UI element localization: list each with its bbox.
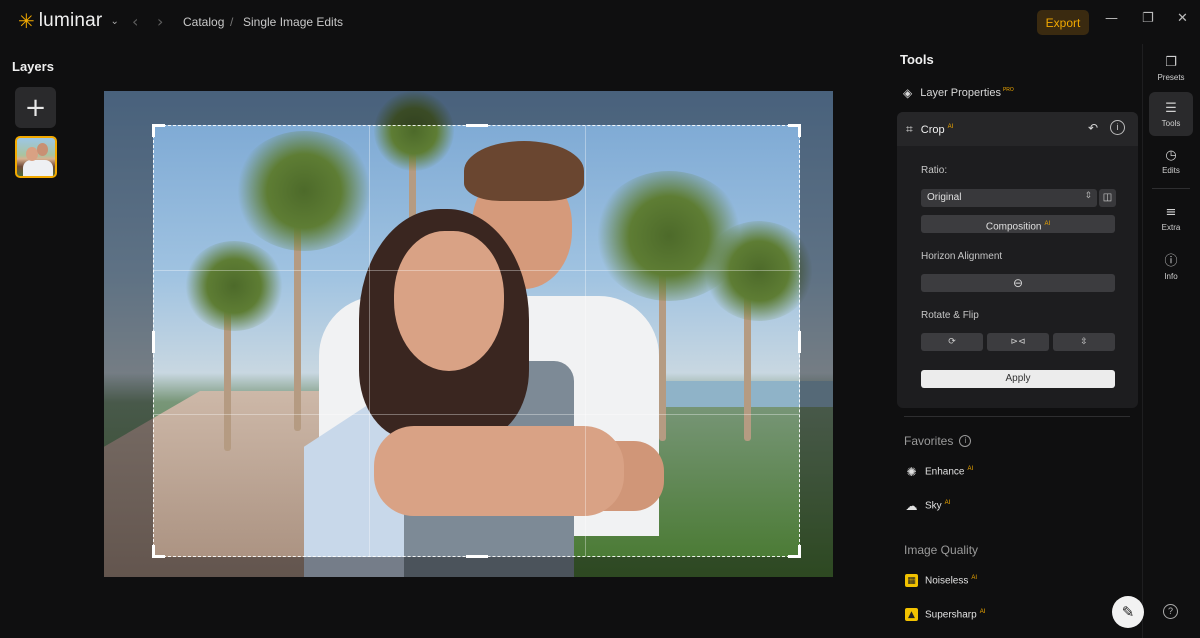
ai-badge: AI xyxy=(947,123,954,130)
pro-badge: PRO xyxy=(1002,87,1014,94)
favorites-group: Favorites i xyxy=(904,434,972,448)
supersharp-icon: ▲ xyxy=(905,608,918,621)
rail-info-label: Info xyxy=(1164,271,1178,281)
rail-tools[interactable]: ☰ Tools xyxy=(1149,92,1193,136)
ratio-value: Original xyxy=(927,192,962,203)
orientation-toggle-icon[interactable]: ◫ xyxy=(1099,189,1116,207)
app-logo[interactable]: ✳ luminar ⌄ xyxy=(18,10,119,32)
rail-presets-label: Presets xyxy=(1157,72,1185,82)
undo-icon[interactable]: ↶ xyxy=(1088,121,1098,135)
chevron-down-icon: ⌄ xyxy=(110,15,119,27)
crop-tool-header[interactable]: ⌗ Crop AI ↶ i xyxy=(897,112,1138,146)
rail-edits[interactable]: ◷ Edits xyxy=(1149,139,1193,183)
list-icon: ≡ xyxy=(1165,204,1177,220)
crop-handle-left[interactable] xyxy=(152,331,155,353)
rotate-icon: ⟳ xyxy=(948,337,956,347)
layer-properties-label: Layer Properties xyxy=(920,87,1001,99)
panel-divider xyxy=(904,416,1130,417)
rail-presets[interactable]: ❐ Presets xyxy=(1149,46,1193,90)
restore-icon[interactable]: ❐ xyxy=(1142,11,1154,26)
image-quality-title: Image Quality xyxy=(904,543,979,557)
minimize-icon[interactable]: — xyxy=(1105,11,1118,26)
crop-handle-top-right[interactable] xyxy=(788,124,801,137)
layer-thumbnail[interactable] xyxy=(15,136,57,178)
help-icon[interactable]: ? xyxy=(1163,604,1178,619)
info-icon[interactable]: i xyxy=(1110,120,1125,135)
composition-button[interactable]: Composition AI xyxy=(921,215,1115,233)
flip-horizontal-button[interactable]: ⊳⊲ xyxy=(987,333,1049,351)
forward-arrow-icon[interactable]: › xyxy=(157,12,163,31)
tool-sky[interactable]: ☁ Sky AI xyxy=(905,498,951,513)
composition-label: Composition xyxy=(985,221,1042,233)
ai-badge: AI xyxy=(971,574,978,581)
rail-info[interactable]: ⓘ Info xyxy=(1149,243,1193,287)
ai-badge: AI xyxy=(944,499,951,506)
crop-handle-bottom-left[interactable] xyxy=(152,545,165,558)
rail-divider xyxy=(1152,188,1190,189)
crop-handle-bottom-right[interactable] xyxy=(788,545,801,558)
rotate-button[interactable]: ⟳ xyxy=(921,333,983,351)
image-canvas[interactable] xyxy=(104,91,833,577)
title-bar xyxy=(0,0,1200,44)
rail-tools-label: Tools xyxy=(1161,118,1181,128)
rail-extra-label: Extra xyxy=(1161,222,1181,232)
layers-title: Layers xyxy=(12,59,54,74)
crop-handle-right[interactable] xyxy=(798,331,801,353)
presets-icon: ❐ xyxy=(1165,54,1177,70)
apply-button[interactable]: Apply xyxy=(921,370,1115,388)
select-arrows-icon: ⇕ xyxy=(1084,191,1092,201)
crop-label: Crop xyxy=(920,123,945,136)
ratio-label: Ratio: xyxy=(921,165,948,176)
chat-assistant-button[interactable]: ✎ xyxy=(1112,596,1144,628)
ai-badge: AI xyxy=(1044,221,1051,227)
rail-extra[interactable]: ≡ Extra xyxy=(1149,196,1193,240)
crop-handle-bottom[interactable] xyxy=(466,555,488,558)
flip-vertical-button[interactable]: ⇳ xyxy=(1053,333,1115,351)
horizon-icon: ⊖ xyxy=(1012,276,1024,290)
add-layer-button[interactable]: + xyxy=(15,87,56,128)
history-icon: ◷ xyxy=(1165,147,1177,163)
app-name: luminar xyxy=(38,10,103,31)
sparkle-icon: ✺ xyxy=(906,464,917,479)
info-icon: ⓘ xyxy=(1164,253,1178,269)
horizon-alignment-label: Horizon Alignment xyxy=(921,251,1003,262)
ai-badge: AI xyxy=(967,465,974,472)
tool-sky-label: Sky xyxy=(925,500,942,512)
layers-icon: ◈ xyxy=(903,86,913,100)
rotate-flip-label: Rotate & Flip xyxy=(921,310,979,321)
info-icon[interactable]: i xyxy=(959,435,972,447)
close-icon[interactable]: ✕ xyxy=(1177,11,1188,26)
breadcrumb-separator: / xyxy=(230,15,234,29)
cloud-icon: ☁ xyxy=(905,498,918,513)
chat-icon: ✎ xyxy=(1121,603,1135,621)
sun-icon: ✳ xyxy=(18,9,35,33)
rail-separator xyxy=(1142,44,1143,638)
breadcrumb-catalog[interactable]: Catalog xyxy=(183,15,224,29)
favorites-title: Favorites xyxy=(904,434,954,448)
tool-noiseless[interactable]: ▦ Noiseless AI xyxy=(905,574,977,587)
flip-horizontal-icon: ⊳⊲ xyxy=(1010,337,1026,347)
ai-badge: AI xyxy=(979,608,986,615)
crop-handle-top-left[interactable] xyxy=(152,124,165,137)
flip-vertical-icon: ⇳ xyxy=(1080,337,1088,347)
crop-frame[interactable] xyxy=(152,124,801,558)
tool-enhance-label: Enhance xyxy=(925,466,965,478)
tools-title: Tools xyxy=(900,52,934,67)
horizon-alignment-button[interactable]: ⊖ xyxy=(921,274,1115,292)
export-button[interactable]: Export xyxy=(1037,10,1089,35)
sliders-icon: ☰ xyxy=(1165,100,1177,116)
ratio-select[interactable]: Original ⇕ xyxy=(921,189,1097,207)
tool-supersharp-label: Supersharp xyxy=(925,609,977,621)
crop-tool-panel: ⌗ Crop AI ↶ i Ratio: Original ⇕ ◫ Composi… xyxy=(897,112,1138,408)
breadcrumb-single-image-edits[interactable]: Single Image Edits xyxy=(243,15,343,29)
tool-supersharp[interactable]: ▲ Supersharp AI xyxy=(905,608,985,621)
tool-noiseless-label: Noiseless xyxy=(925,575,969,587)
crop-icon: ⌗ xyxy=(906,122,913,136)
rail-edits-label: Edits xyxy=(1162,165,1180,175)
noiseless-icon: ▦ xyxy=(905,574,918,587)
tool-enhance[interactable]: ✺ Enhance AI xyxy=(905,464,974,479)
crop-handle-top[interactable] xyxy=(466,124,488,127)
back-arrow-icon[interactable]: ‹ xyxy=(132,12,138,31)
layer-properties-item[interactable]: ◈ Layer Properties PRO xyxy=(903,86,1014,100)
